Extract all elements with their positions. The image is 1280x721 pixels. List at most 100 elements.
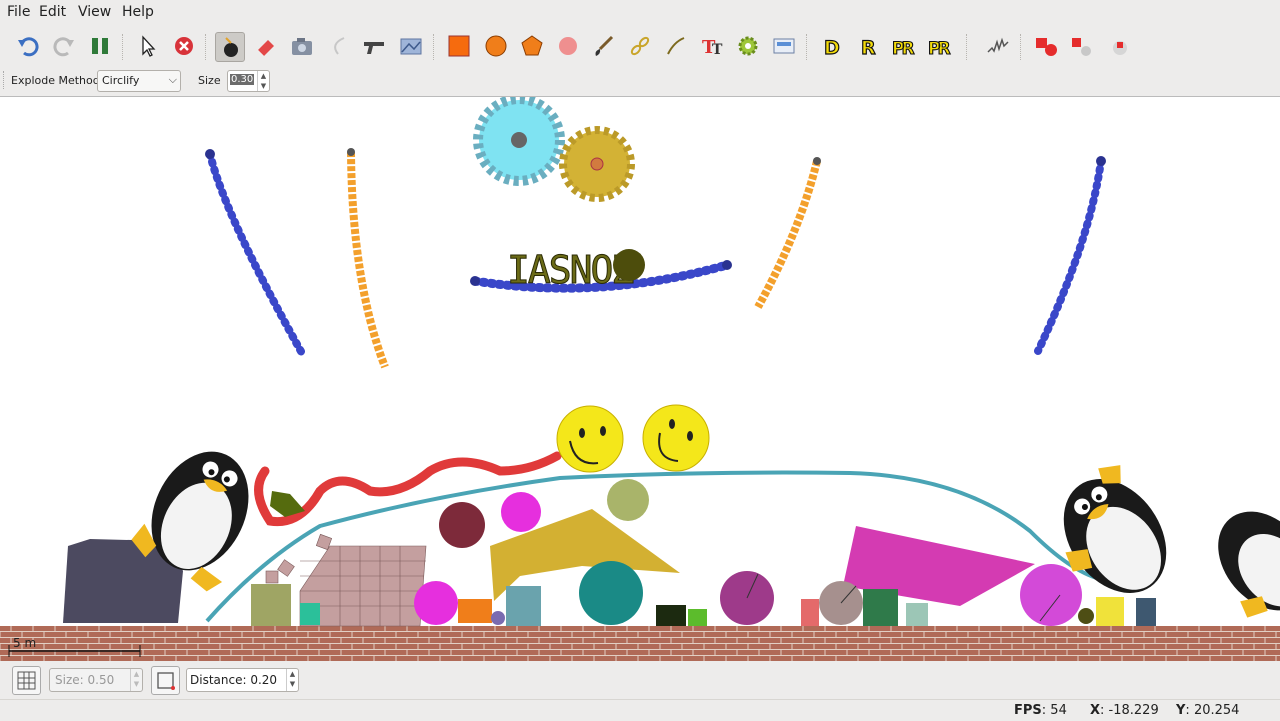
circle-icon[interactable] xyxy=(482,32,510,60)
iasnoz-logo: IASNOZ xyxy=(507,248,645,293)
cyan-gear xyxy=(473,97,565,186)
scene: 5 m IASNOZ xyxy=(0,97,1280,661)
orange-chain-right xyxy=(754,157,821,309)
undo-icon[interactable] xyxy=(14,32,42,60)
bottom-bar: Size: 0.50 ▲ ▼ Distance: 0.20 ▲ ▼ FPS: 54 … xyxy=(0,661,1280,720)
menu-edit[interactable]: Edit xyxy=(39,4,66,20)
explode-method-select[interactable]: Circlify ⌵ xyxy=(97,70,181,92)
svg-text:T: T xyxy=(712,42,723,58)
distance-value: Distance: 0.20 xyxy=(190,673,278,687)
svg-text:D: D xyxy=(824,37,840,59)
explode-bomb-icon[interactable] xyxy=(215,32,245,62)
gold-gear xyxy=(559,126,635,202)
chevron-down-icon: ⌵ xyxy=(168,73,177,86)
magenta-ball-2 xyxy=(414,581,458,625)
polygon-icon[interactable] xyxy=(518,32,546,60)
rope-icon[interactable] xyxy=(324,32,352,60)
slate-box xyxy=(1136,598,1156,626)
grey-ball xyxy=(819,581,863,625)
size-spinbox[interactable]: 0.30 ▲ ▼ xyxy=(227,70,270,92)
menu-file[interactable]: File xyxy=(7,4,30,20)
pr2-icon[interactable]: PR xyxy=(927,32,955,60)
teal-ball xyxy=(579,561,643,625)
brick-ground xyxy=(0,626,1280,661)
d-icon[interactable]: D xyxy=(818,32,846,60)
green-small-box xyxy=(688,609,707,626)
box-icon[interactable] xyxy=(445,32,473,60)
purple-ball xyxy=(720,571,774,625)
explode-method-label: Explode Method xyxy=(11,74,100,87)
size-value: 0.30 xyxy=(230,74,255,85)
svg-text:PR: PR xyxy=(892,39,914,59)
toolbar: TT D R PR PR xyxy=(0,26,1280,66)
purple-small-ball xyxy=(491,611,505,625)
grid-size-arrows[interactable]: ▲ ▼ xyxy=(130,669,142,691)
menu-bar: File Edit View Help xyxy=(0,0,1280,25)
distance-spinbox[interactable]: Distance: 0.20 ▲ ▼ xyxy=(186,668,299,692)
svg-text:R: R xyxy=(861,37,876,59)
grid-size-spinbox[interactable]: Size: 0.50 ▲ ▼ xyxy=(49,668,143,692)
olive-ball xyxy=(607,479,649,521)
image-icon[interactable] xyxy=(770,32,798,60)
menu-view[interactable]: View xyxy=(78,4,111,20)
smiley-left xyxy=(556,405,624,473)
options-bar: Explode Method Circlify ⌵ Size 0.30 ▲ ▼ xyxy=(0,66,1280,96)
small-flag-icon[interactable] xyxy=(1105,32,1133,60)
orange-chain-left xyxy=(347,148,389,369)
magenta-ball xyxy=(501,492,541,532)
chain-icon[interactable] xyxy=(626,32,654,60)
olive-box xyxy=(251,584,291,626)
penguin-edge xyxy=(1218,511,1280,618)
text-icon[interactable]: TT xyxy=(698,32,726,60)
terrain-icon[interactable] xyxy=(397,32,425,60)
smiley-right xyxy=(642,404,710,472)
redo-icon[interactable] xyxy=(50,32,78,60)
status-line: FPS: 54 X: -18.229 Y: 20.254 xyxy=(0,699,1280,721)
eraser-icon[interactable] xyxy=(252,32,280,60)
maroon-ball xyxy=(439,502,485,548)
size-label: Size xyxy=(198,74,221,87)
grid-icon xyxy=(17,671,36,690)
salmon-box xyxy=(801,599,819,626)
x-label: X xyxy=(1090,703,1101,718)
snap-icon xyxy=(157,672,175,690)
fps-label: FPS xyxy=(1014,703,1042,718)
spring-icon[interactable] xyxy=(984,32,1012,60)
menu-help[interactable]: Help xyxy=(122,4,154,20)
brush-icon[interactable] xyxy=(590,32,618,60)
svg-text:PR: PR xyxy=(928,39,950,59)
blue-grey-box xyxy=(506,586,541,626)
line-icon[interactable] xyxy=(662,32,690,60)
grid-toggle-button[interactable] xyxy=(12,666,41,695)
flag-off-icon[interactable] xyxy=(1068,32,1096,60)
svg-text:5 m: 5 m xyxy=(13,636,36,650)
delete-icon[interactable] xyxy=(170,32,198,60)
physics-canvas[interactable]: 5 m IASNOZ xyxy=(0,96,1280,661)
r-icon[interactable]: R xyxy=(855,32,883,60)
size-spin-arrows[interactable]: ▲ ▼ xyxy=(257,71,269,91)
blue-chain-right xyxy=(1034,156,1106,355)
gun-icon[interactable] xyxy=(360,32,388,60)
explode-method-value: Circlify xyxy=(102,74,140,87)
gear-icon[interactable] xyxy=(734,32,762,60)
camera-icon[interactable] xyxy=(288,32,316,60)
green-box xyxy=(863,589,898,626)
flag-icon[interactable] xyxy=(1032,32,1060,60)
blue-chain-left xyxy=(205,149,307,359)
teal-small-box xyxy=(300,603,320,625)
pr-icon[interactable]: PR xyxy=(891,32,919,60)
fps-value: 54 xyxy=(1050,703,1067,718)
select-arrow-icon[interactable] xyxy=(134,32,162,60)
y-value: 20.254 xyxy=(1193,703,1240,718)
yellow-box xyxy=(1096,597,1124,626)
ball-icon[interactable] xyxy=(554,32,582,60)
pause-icon[interactable] xyxy=(86,32,114,60)
magenta-ball-3 xyxy=(1020,564,1082,626)
orange-box xyxy=(458,599,492,623)
x-value: -18.229 xyxy=(1108,703,1159,718)
distance-arrows[interactable]: ▲ ▼ xyxy=(286,669,298,691)
snap-toggle-button[interactable] xyxy=(151,666,180,695)
y-label: Y xyxy=(1176,703,1186,718)
mint-box xyxy=(906,603,928,626)
olive-small-ball xyxy=(1078,608,1094,624)
